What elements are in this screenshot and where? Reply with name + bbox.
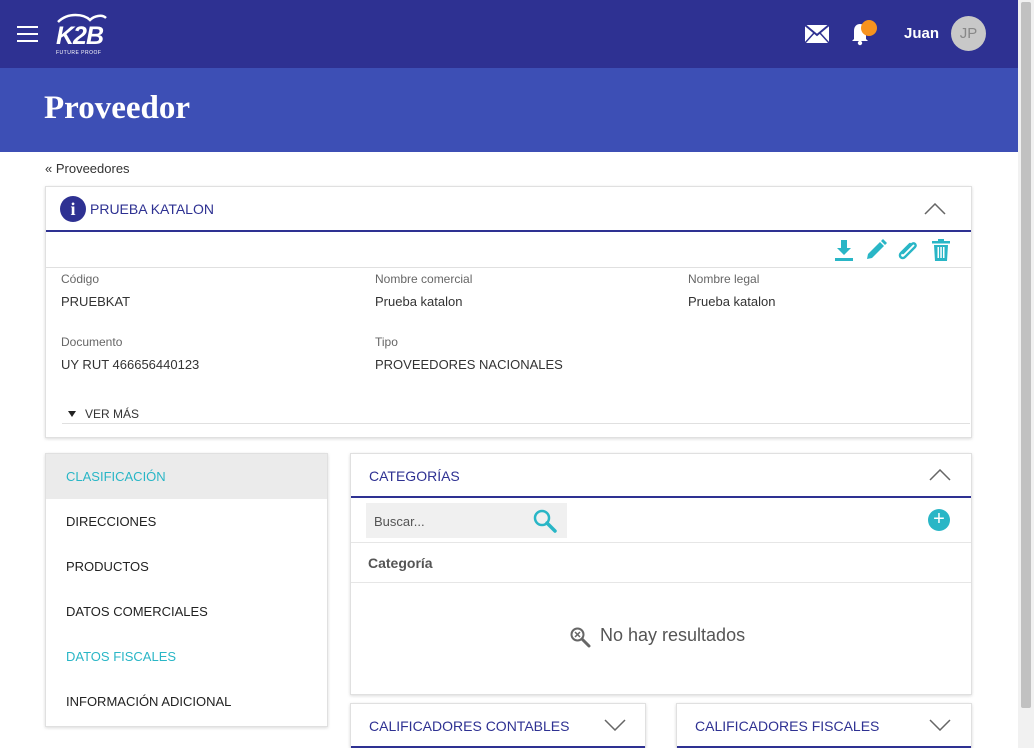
tab-productos[interactable]: PRODUCTOS	[46, 544, 327, 589]
pencil-icon[interactable]	[864, 238, 888, 262]
hamburger-menu-icon[interactable]	[17, 26, 38, 42]
no-results-search-icon	[570, 627, 591, 648]
codigo-label: Código	[61, 272, 100, 286]
search-input[interactable]	[374, 511, 524, 531]
nombre-legal-value: Prueba katalon	[688, 294, 776, 309]
calificadores-contables-title: CALIFICADORES CONTABLES	[369, 718, 570, 734]
categorias-title: CATEGORÍAS	[369, 468, 460, 484]
paperclip-icon[interactable]	[896, 238, 920, 262]
tab-datos-fiscales[interactable]: DATOS FISCALES	[46, 634, 327, 679]
calificadores-fiscales-title: CALIFICADORES FISCALES	[695, 718, 880, 734]
download-icon[interactable]	[832, 238, 856, 262]
collapse-chevron-up-icon[interactable]	[929, 469, 951, 481]
logo-text: K2B	[56, 22, 104, 50]
documento-value: UY RUT 466656440123	[61, 357, 200, 372]
notification-badge	[861, 20, 877, 36]
page-scrollbar[interactable]	[1018, 0, 1034, 748]
trash-icon[interactable]	[929, 238, 953, 262]
scrollbar-thumb[interactable]	[1021, 2, 1031, 708]
logo-tagline: FUTURE PROOF	[56, 50, 102, 56]
k2b-logo[interactable]: K2B FUTURE PROOF	[54, 12, 110, 58]
codigo-value: PRUEBKAT	[61, 294, 131, 309]
tipo-value: PROVEEDORES NACIONALES	[375, 357, 563, 372]
tipo-label: Tipo	[375, 335, 398, 349]
documento-label: Documento	[61, 335, 123, 349]
tab-direcciones[interactable]: DIRECCIONES	[46, 499, 327, 544]
nombre-legal-label: Nombre legal	[688, 272, 760, 286]
ver-mas-label: VER MÁS	[85, 407, 140, 421]
ver-mas-toggle[interactable]: VER MÁS	[68, 407, 139, 421]
tab-clasificacion[interactable]: CLASIFICACIÓN	[46, 454, 327, 499]
column-header-categoria[interactable]: Categoría	[368, 555, 433, 571]
info-card-header[interactable]: i PRUEBA KATALON	[46, 187, 971, 232]
nombre-comercial-value: Prueba katalon	[375, 294, 463, 309]
breadcrumb-proveedores-link[interactable]: « Proveedores	[45, 161, 130, 176]
empty-state-text: No hay resultados	[600, 625, 746, 645]
user-avatar[interactable]: JP	[951, 16, 986, 51]
calificadores-fiscales-panel[interactable]: CALIFICADORES FISCALES	[676, 703, 972, 748]
info-icon: i	[60, 196, 86, 222]
caret-down-icon	[68, 411, 76, 417]
search-box	[366, 503, 567, 538]
add-category-button[interactable]: +	[928, 509, 950, 531]
collapse-chevron-up-icon[interactable]	[924, 203, 946, 215]
info-card-title: PRUEBA KATALON	[90, 201, 214, 217]
expand-chevron-down-icon[interactable]	[604, 719, 626, 731]
user-name[interactable]: Juan	[904, 25, 939, 42]
info-card-action-bar	[46, 234, 971, 268]
page-header: Proveedor	[0, 68, 1018, 152]
page-title: Proveedor	[44, 90, 191, 126]
calificadores-contables-panel[interactable]: CALIFICADORES CONTABLES	[350, 703, 646, 748]
tab-datos-comerciales[interactable]: DATOS COMERCIALES	[46, 589, 327, 634]
tab-informacion-adicional[interactable]: INFORMACIÓN ADICIONAL	[46, 679, 327, 724]
categorias-header[interactable]: CATEGORÍAS	[351, 454, 971, 498]
search-icon[interactable]	[532, 508, 558, 534]
side-tabs-menu: CLASIFICACIÓN DIRECCIONES PRODUCTOS DATO…	[45, 453, 328, 727]
mail-icon[interactable]	[804, 24, 830, 44]
expand-chevron-down-icon[interactable]	[929, 719, 951, 731]
supplier-info-card: i PRUEBA KATALON Código PRUEBKAT Nombre …	[45, 186, 972, 438]
table-header-row: Categoría	[351, 542, 971, 583]
divider	[62, 423, 970, 424]
categorias-panel: CATEGORÍAS + Categoría No hay resultados	[350, 453, 972, 695]
top-bar: K2B FUTURE PROOF Juan JP	[0, 0, 1018, 68]
nombre-comercial-label: Nombre comercial	[375, 272, 473, 286]
